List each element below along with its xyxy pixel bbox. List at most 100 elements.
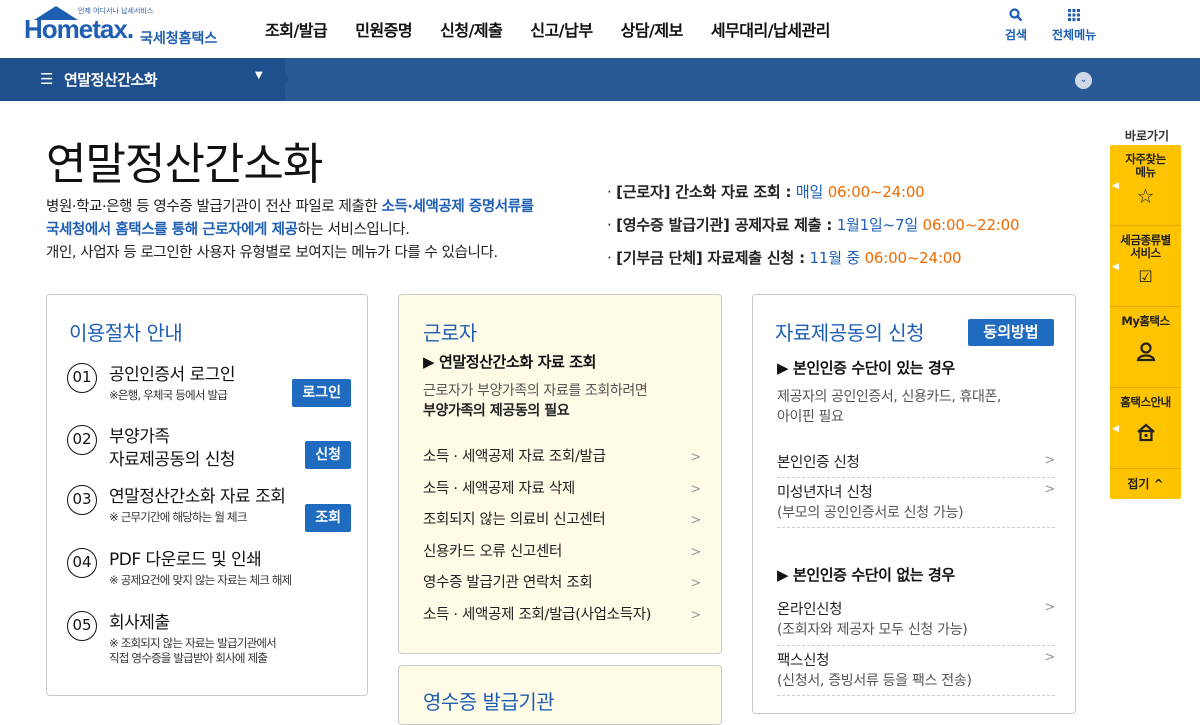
schedule-row: · [기부금 단체] 자료제출 신청 : 11월 중 06:00~24:00 [607, 249, 962, 267]
chevron-right-icon: > [690, 450, 701, 465]
step-label-2: 자료제공동의 신청 [109, 450, 236, 470]
step-sub: ※ 근무기간에 해당하는 월 체크 [109, 510, 247, 524]
chevron-right-icon: > [690, 576, 701, 591]
step-label: 공인인증서 로그인 [109, 365, 236, 385]
list-item[interactable]: 신용카드 오류 신고센터 > [423, 537, 701, 569]
consent-list-2: 온라인신청 (조회자와 제공자 모두 신청 가능) > 팩스신청 (신청서, 증… [777, 596, 1055, 696]
search-icon [1005, 8, 1027, 26]
list-item[interactable]: 팩스신청 (신청서, 증빙서류 등을 팩스 전송) > [777, 646, 1055, 696]
list-item[interactable]: 소득 · 세액공제 조회/발급(사업소득자) > [423, 600, 701, 632]
star-icon: ☆ [1136, 184, 1155, 208]
home-guide-icon [1110, 421, 1181, 447]
worker-subtitle: ▶ 연말정산간소화 자료 조회 [423, 353, 597, 371]
list-item[interactable]: 영수증 발급기관 연락처 조회 > [423, 568, 701, 600]
grid-menu-icon [1052, 8, 1096, 26]
step-number: 04 [67, 548, 97, 578]
arrow-left-icon: ◀ [1112, 181, 1119, 191]
page-title: 연말정산간소화 [46, 139, 323, 190]
hamburger-icon[interactable]: ☰ [40, 70, 53, 88]
desc-highlight-2: 국세청에서 홈택스를 통해 근로자에게 제공 [46, 222, 298, 238]
gnb-item-inquiry[interactable]: 조회/발급 [265, 17, 328, 41]
step-sub: ※ 조회되지 않는 자료는 발급기관에서 [109, 636, 277, 650]
chevron-right-icon: > [690, 481, 701, 497]
list-item[interactable]: 조회되지 않는 의료비 신고센터 > [423, 505, 701, 537]
arrow-left-icon: ◀ [1112, 262, 1119, 272]
arrow-left-icon: ◀ [1112, 424, 1119, 434]
chevron-right-icon: > [690, 544, 701, 560]
apply-button[interactable]: 신청 [305, 441, 351, 469]
chevron-right-icon: > [1044, 482, 1055, 497]
gnb-item-agent[interactable]: 세무대리/납세관리 [711, 17, 831, 41]
worker-card: 근로자 ▶ 연말정산간소화 자료 조회 근로자가 부양가족의 자료를 조회하려면… [398, 294, 722, 654]
step-number: 02 [67, 425, 97, 455]
logo-text: Hometax. [24, 14, 134, 44]
gnb-item-payment[interactable]: 신고/납부 [530, 17, 593, 41]
inquiry-button[interactable]: 조회 [305, 504, 351, 532]
quick-item-guide[interactable]: ◀ 홈택스안내 [1110, 388, 1181, 469]
step-label: 연말정산간소화 자료 조회 [109, 487, 286, 507]
worker-menu-list: 소득 · 세액공제 자료 조회/발급 > 소득 · 세액공제 자료 삭제 > 조회되… [423, 442, 701, 631]
search-button[interactable]: 검색 [1005, 8, 1027, 43]
global-nav: 조회/발급 민원증명 신청/제출 신고/납부 상담/제보 세무대리/납세관리 [265, 17, 858, 41]
list-item[interactable]: 소득 · 세액공제 자료 삭제 > [423, 474, 701, 506]
hometax-logo[interactable]: 언제 어디서나 납세서비스 Hometax. 국세청홈택스 [24, 6, 234, 50]
procedure-card: 이용절차 안내 01 공인인증서 로그인 ※은행, 우체국 등에서 발급 로그인… [46, 294, 368, 696]
service-schedule: · [근로자] 간소화 자료 조회 : 매일 06:00~24:00 · [영수… [607, 176, 1020, 275]
consent-note: 제공자의 공인인증서, 신용카드, 휴대폰, 아이핀 필요 [777, 389, 1001, 425]
chevron-down-circle-icon[interactable]: ⌄ [1075, 72, 1092, 89]
quick-item-tax-services[interactable]: ◀ 세금종류별 서비스 ☑ [1110, 226, 1181, 307]
desc-text-3: 개인, 사업자 등 로그인한 사용자 유형별로 보여지는 메뉴가 다를 수 있습… [46, 245, 498, 261]
chevron-right-icon: > [1044, 650, 1055, 665]
all-menu-label: 전체메뉴 [1052, 28, 1097, 42]
page-description: 병원·학교·은행 등 영수증 발급기관이 전산 파일로 제출한 소득·세액공제 … [46, 196, 616, 265]
gnb-item-consult[interactable]: 상담/제보 [621, 17, 684, 41]
check-icon: ☑ [1138, 267, 1153, 286]
desc-text-2: 하는 서비스입니다. [297, 222, 410, 238]
worker-title: 근로자 [423, 321, 477, 345]
logo-kr-text: 국세청홈택스 [140, 31, 218, 47]
consent-card: 자료제공동의 신청 동의방법 ▶ 본인인증 수단이 있는 경우 제공자의 공인인… [752, 294, 1076, 714]
gnb-item-application[interactable]: 신청/제출 [440, 17, 503, 41]
list-item[interactable]: 미성년자녀 신청 (부모의 공인인증서로 신청 가능) > [777, 478, 1055, 528]
list-item[interactable]: 소득 · 세액공제 자료 조회/발급 > [423, 442, 701, 474]
quick-bar-title: 바로가기 [1124, 129, 1170, 143]
procedure-title: 이용절차 안내 [69, 321, 183, 345]
issuer-card: 영수증 발급기관 [398, 665, 722, 725]
location-bar: ☰ 연말정산간소화 ▼ ⌄ [0, 58, 1200, 101]
fold-button[interactable]: 접기 ^ [1110, 469, 1181, 499]
desc-text-1: 병원·학교·은행 등 영수증 발급기관이 전산 파일로 제출한 [46, 199, 382, 215]
quick-item-favorites[interactable]: ◀ 자주찾는 메뉴 ☆ [1110, 145, 1181, 226]
login-button[interactable]: 로그인 [292, 379, 351, 407]
list-item[interactable]: 본인인증 신청 > [777, 449, 1055, 478]
gnb-item-certificate[interactable]: 민원증명 [355, 17, 412, 41]
worker-note: 근로자가 부양가족의 자료를 조회하려면 부양가족의 제공동의 필요 [423, 383, 648, 419]
chevron-right-icon: > [690, 607, 701, 623]
chevron-right-icon: > [1044, 453, 1055, 468]
step-sub-2: 직접 영수증을 발급받아 회사에 제출 [109, 651, 268, 665]
search-label: 검색 [1005, 28, 1028, 42]
step-label: PDF 다운로드 및 인쇄 [109, 550, 262, 570]
chevron-right-icon: > [1044, 600, 1055, 615]
consent-list-1: 본인인증 신청 > 미성년자녀 신청 (부모의 공인인증서로 신청 가능) > [777, 449, 1055, 528]
step-label: 부양가족 [109, 427, 170, 447]
consent-title: 자료제공동의 신청 [775, 321, 925, 345]
step-label: 회사제출 [109, 613, 170, 633]
step-sub: ※ 공제요건에 맞지 않는 자료는 체크 해제 [109, 573, 292, 587]
desc-highlight-1: 소득·세액공제 증명서류를 [381, 199, 535, 215]
quick-item-my-hometax[interactable]: My홈택스 [1110, 307, 1181, 388]
all-menu-button[interactable]: 전체메뉴 [1052, 8, 1096, 43]
caret-down-icon[interactable]: ▼ [255, 70, 263, 81]
schedule-row: · [근로자] 간소화 자료 조회 : 매일 06:00~24:00 [607, 183, 925, 201]
location-title: 연말정산간소화 [64, 71, 158, 89]
user-icon [1110, 340, 1181, 366]
step-number: 01 [67, 363, 97, 393]
consent-method-button[interactable]: 동의방법 [968, 319, 1054, 346]
step-number: 05 [67, 611, 97, 641]
consent-subtitle-1: ▶ 본인인증 수단이 있는 경우 [777, 359, 955, 377]
step-number: 03 [67, 485, 97, 515]
schedule-row: · [영수증 발급기관] 공제자료 제출 : 1월1일~7일 06:00~22:… [607, 216, 1020, 234]
consent-subtitle-2: ▶ 본인인증 수단이 없는 경우 [777, 566, 955, 584]
location-arrow [275, 58, 289, 100]
step-sub: ※은행, 우체국 등에서 발급 [109, 388, 228, 402]
list-item[interactable]: 온라인신청 (조회자와 제공자 모두 신청 가능) > [777, 596, 1055, 646]
